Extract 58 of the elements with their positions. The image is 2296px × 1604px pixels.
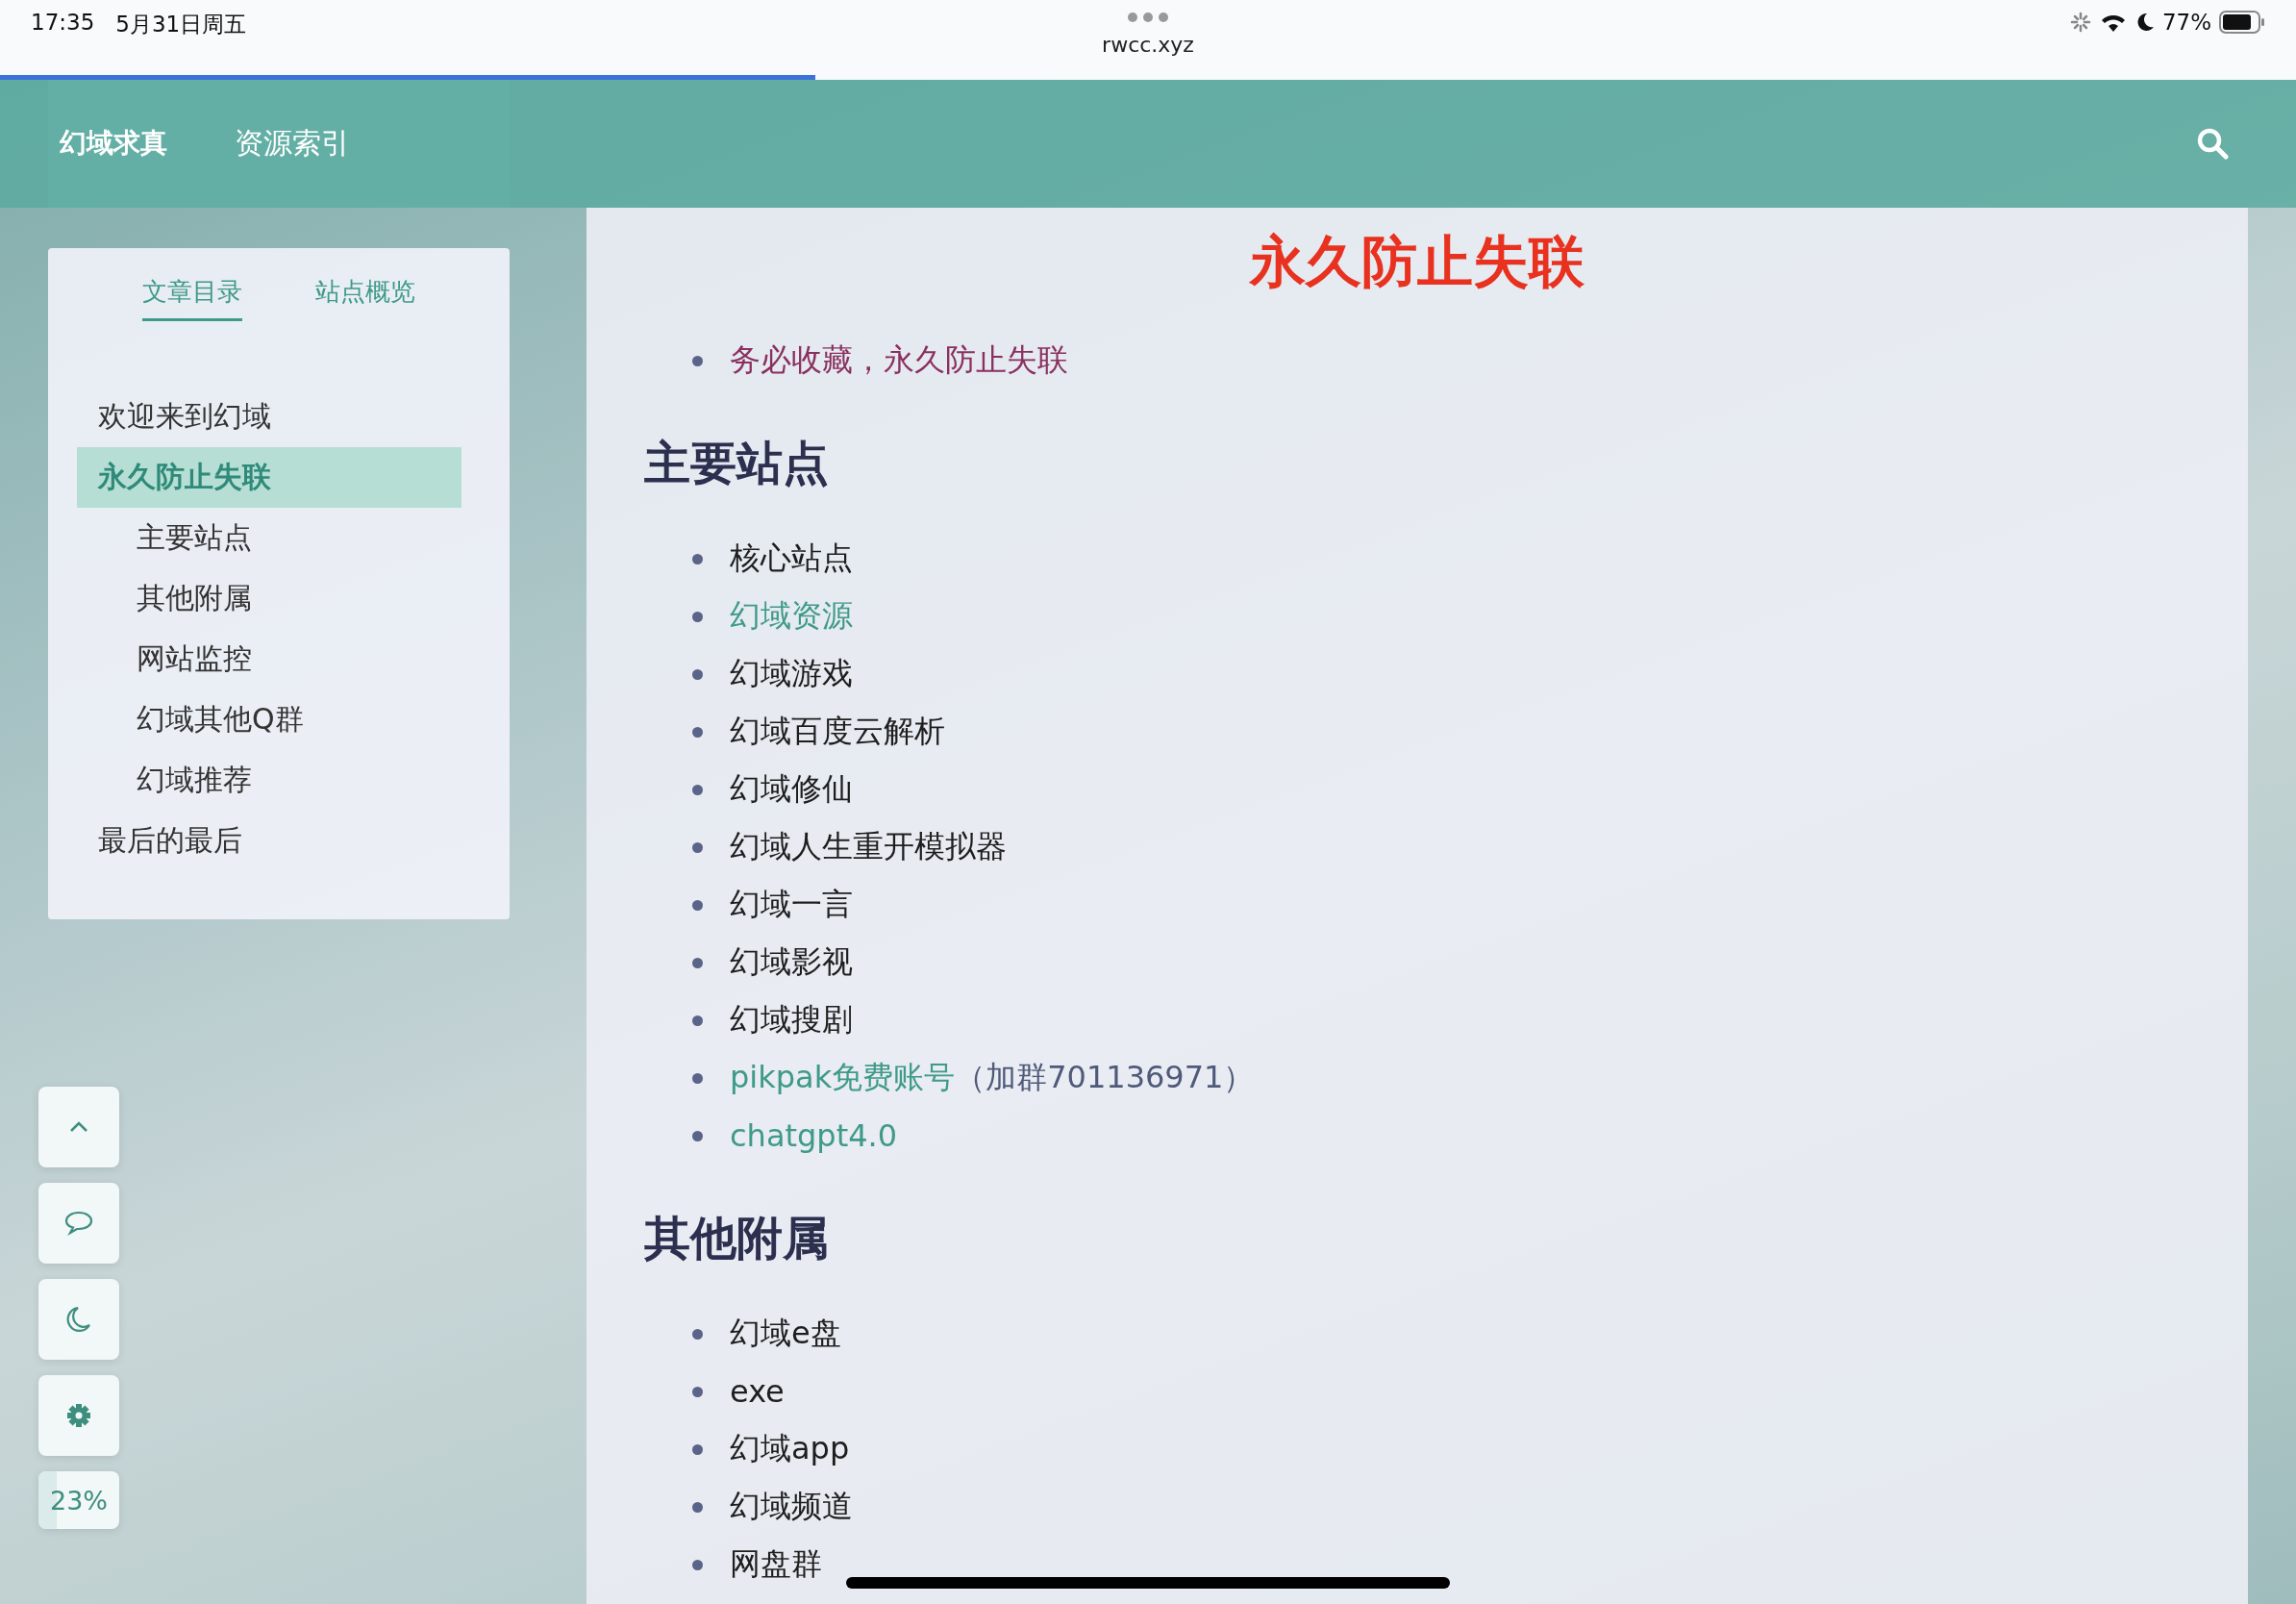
bullet-icon — [692, 1559, 703, 1570]
toc-item[interactable]: 主要站点 — [77, 508, 462, 568]
toc-item[interactable]: 幻域其他Q群 — [77, 689, 462, 750]
battery-percent: 77% — [2161, 10, 2211, 35]
bullet-icon — [692, 841, 703, 853]
settings-button[interactable] — [38, 1375, 119, 1456]
chevron-up-icon — [68, 1120, 89, 1134]
list-item-text: exe — [730, 1373, 785, 1410]
list-item-text: 务必收藏，永久防止失联 — [730, 340, 1068, 380]
list-item-text: 幻域修仙 — [730, 769, 853, 809]
battery-icon — [2219, 11, 2265, 34]
bullet-icon — [692, 1386, 703, 1397]
article-title: 永久防止失联 — [1248, 228, 1585, 296]
bullet-icon — [692, 355, 703, 366]
loading-spinner-icon — [2069, 12, 2091, 33]
dark-mode-button[interactable] — [38, 1279, 119, 1360]
list-item-text: 幻域搜剧 — [730, 1000, 853, 1040]
url-text[interactable]: rwcc.xyz — [1102, 33, 1194, 57]
bullet-icon — [692, 899, 703, 911]
bullet-icon — [692, 1328, 703, 1340]
speech-bubble-icon — [64, 1211, 93, 1236]
list-item-text: 幻域游戏 — [730, 654, 853, 693]
section-heading: 主要站点 — [644, 435, 830, 491]
more-dots-icon[interactable] — [1127, 12, 1169, 23]
settings-icon — [66, 1403, 91, 1428]
reading-percent: 23% — [50, 1485, 108, 1516]
bullet-icon — [692, 957, 703, 968]
bullet-icon — [692, 1443, 703, 1455]
bullet-icon — [692, 726, 703, 738]
toc-item[interactable]: 幻域推荐 — [77, 750, 462, 811]
bullet-icon — [692, 1072, 703, 1084]
list-item-text: 幻域影视 — [730, 942, 853, 982]
list-item-text: 核心站点 — [730, 539, 853, 578]
toc-item[interactable]: 其他附属 — [77, 568, 462, 629]
bullet-icon — [692, 1130, 703, 1141]
list-item-note: （加群701136971） — [955, 1058, 1255, 1097]
toc-item[interactable]: 网站监控 — [77, 629, 462, 689]
bullet-icon — [692, 553, 703, 564]
bullet-icon — [692, 784, 703, 795]
moon-icon — [66, 1306, 91, 1333]
bullet-icon — [692, 1501, 703, 1513]
list-item-text: 幻域人生重开模拟器 — [730, 827, 1007, 866]
toc-item[interactable]: 最后的最后 — [77, 811, 462, 871]
list-item-text: 网盘群 — [730, 1544, 822, 1584]
search-icon[interactable] — [2196, 127, 2229, 161]
comment-button[interactable] — [38, 1183, 119, 1264]
list-item-text: 幻域频道 — [730, 1487, 853, 1526]
list-item-text: 幻域e盘 — [730, 1314, 841, 1353]
list-item-text: 幻域百度云解析 — [730, 712, 945, 751]
list-item-text: 幻域一言 — [730, 885, 853, 924]
list-item-text: 幻域app — [730, 1429, 850, 1468]
bullet-icon — [692, 668, 703, 680]
status-date: 5月31日周五 — [115, 11, 247, 38]
bullet-icon — [692, 611, 703, 622]
status-time: 17:35 — [31, 10, 95, 37]
bullet-icon — [692, 1015, 703, 1026]
toc-item[interactable]: 欢迎来到幻域 — [77, 387, 462, 447]
section-heading: 其他附属 — [644, 1210, 830, 1266]
